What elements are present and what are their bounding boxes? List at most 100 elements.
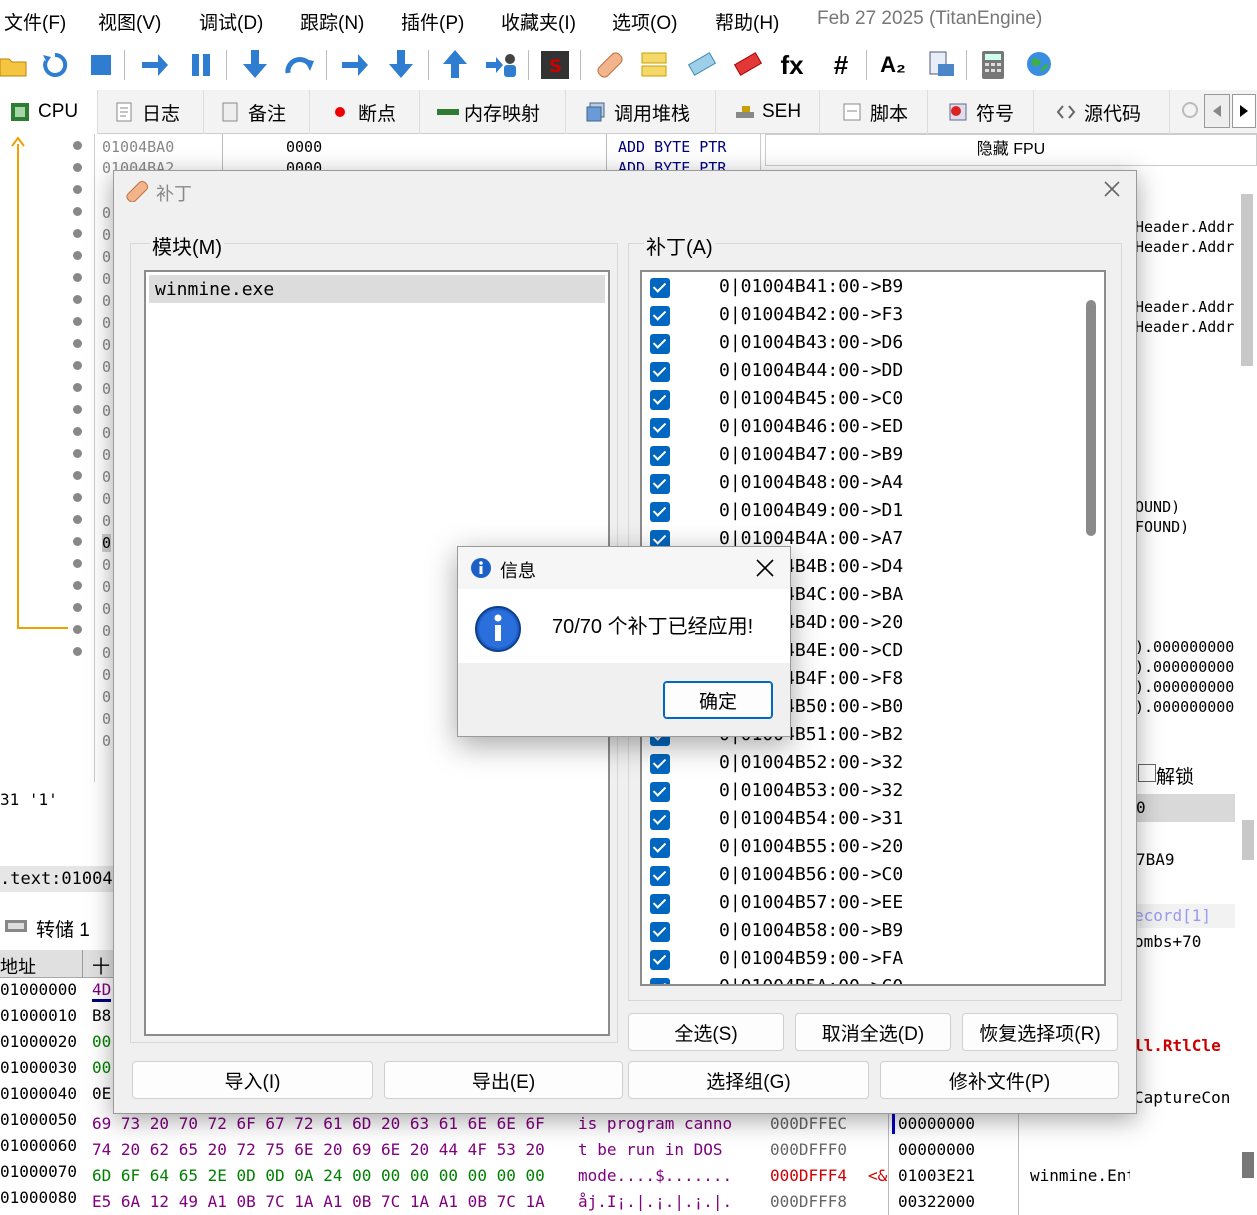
tab-dump-1[interactable]: 转储 1 bbox=[0, 910, 113, 944]
restart-icon[interactable] bbox=[40, 50, 70, 80]
tab-memory-map[interactable]: 内存映射 bbox=[426, 90, 566, 134]
tab-scroll-left-button[interactable] bbox=[1204, 94, 1230, 128]
run-to-user-code-icon[interactable] bbox=[486, 50, 516, 80]
breakpoint-dot[interactable] bbox=[73, 449, 82, 458]
unlock-checkbox[interactable] bbox=[1138, 764, 1156, 782]
patch-row[interactable]: 0|01004B53:00->32 bbox=[642, 778, 1104, 806]
deselect-all-button[interactable]: 取消全选(D) bbox=[795, 1013, 951, 1051]
patch-row[interactable]: 0|01004B48:00->A4 bbox=[642, 470, 1104, 498]
patch-checkbox[interactable] bbox=[650, 446, 670, 466]
breakpoint-dot[interactable] bbox=[73, 383, 82, 392]
tab-script[interactable]: 脚本 bbox=[832, 90, 928, 134]
patch-row[interactable]: 0|01004B59:00->FA bbox=[642, 946, 1104, 974]
breakpoint-dot[interactable] bbox=[73, 163, 82, 172]
patch-checkbox[interactable] bbox=[650, 502, 670, 522]
trace-into-icon[interactable] bbox=[340, 50, 370, 80]
tab-source[interactable]: 源代码 bbox=[1046, 90, 1170, 134]
patch-row[interactable]: 0|01004B52:00->32 bbox=[642, 750, 1104, 778]
open-folder-icon[interactable] bbox=[0, 50, 28, 80]
patch-row[interactable]: 0|01004B5A:00->C0 bbox=[642, 974, 1104, 984]
patch-row[interactable]: 0|01004B46:00->ED bbox=[642, 414, 1104, 442]
patch-row[interactable]: 0|01004B57:00->EE bbox=[642, 890, 1104, 918]
patch-checkbox[interactable] bbox=[650, 894, 670, 914]
pause-icon[interactable] bbox=[186, 50, 216, 80]
patch-row[interactable]: 0|01004B56:00->C0 bbox=[642, 862, 1104, 890]
hide-fpu-button[interactable]: 隐藏 FPU bbox=[765, 134, 1257, 166]
breakpoint-dot[interactable] bbox=[73, 603, 82, 612]
variables-icon[interactable]: # bbox=[826, 50, 856, 80]
search-icon[interactable] bbox=[1178, 98, 1202, 126]
ok-button[interactable]: 确定 bbox=[663, 681, 773, 719]
patch-checkbox[interactable] bbox=[650, 978, 670, 984]
patch-checkbox[interactable] bbox=[650, 362, 670, 382]
menu-plugins[interactable]: 插件(P) bbox=[401, 8, 464, 35]
patch-checkbox[interactable] bbox=[650, 474, 670, 494]
labels-icon[interactable] bbox=[686, 50, 716, 80]
bookmarks-icon[interactable] bbox=[732, 50, 762, 80]
breakpoint-dot[interactable] bbox=[73, 361, 82, 370]
browser-icon[interactable] bbox=[1024, 50, 1054, 80]
breakpoint-dot[interactable] bbox=[73, 581, 82, 590]
scrollbar-thumb[interactable] bbox=[1086, 300, 1096, 536]
comments-icon[interactable] bbox=[640, 50, 670, 80]
functions-icon[interactable]: fx bbox=[777, 50, 807, 80]
breakpoint-dot[interactable] bbox=[73, 405, 82, 414]
menu-help[interactable]: 帮助(H) bbox=[715, 8, 779, 35]
close-icon[interactable] bbox=[1100, 177, 1124, 201]
tab-breakpoints[interactable]: 断点 bbox=[320, 90, 420, 134]
tab-log[interactable]: 日志 bbox=[104, 90, 204, 134]
menu-favourites[interactable]: 收藏夹(I) bbox=[501, 8, 576, 35]
breakpoint-dot[interactable] bbox=[73, 229, 82, 238]
patch-row[interactable]: 0|01004B54:00->31 bbox=[642, 806, 1104, 834]
restore-selection-button[interactable]: 恢复选择项(R) bbox=[962, 1013, 1118, 1051]
patch-list-scrollbar[interactable] bbox=[1078, 272, 1104, 984]
patch-checkbox[interactable] bbox=[650, 922, 670, 942]
breakpoint-dot[interactable] bbox=[73, 471, 82, 480]
scrollbar-thumb[interactable] bbox=[1242, 1152, 1254, 1178]
patch-row[interactable]: 0|01004B47:00->B9 bbox=[642, 442, 1104, 470]
stop-icon[interactable] bbox=[86, 50, 116, 80]
patch-checkbox[interactable] bbox=[650, 866, 670, 886]
breakpoint-dot[interactable] bbox=[73, 207, 82, 216]
tab-seh[interactable]: SEH bbox=[724, 90, 820, 134]
patch-row[interactable]: 0|01004B41:00->B9 bbox=[642, 274, 1104, 302]
menu-debug[interactable]: 调试(D) bbox=[199, 8, 263, 35]
patch-row[interactable]: 0|01004B42:00->F3 bbox=[642, 302, 1104, 330]
patch-checkbox[interactable] bbox=[650, 306, 670, 326]
menu-file[interactable]: 文件(F) bbox=[4, 8, 66, 35]
select-all-button[interactable]: 全选(S) bbox=[628, 1013, 784, 1051]
patch-row[interactable]: 0|01004B43:00->D6 bbox=[642, 330, 1104, 358]
scrollbar-thumb[interactable] bbox=[1242, 820, 1254, 860]
patch-checkbox[interactable] bbox=[650, 334, 670, 354]
breakpoint-dot[interactable] bbox=[73, 141, 82, 150]
patch-file-button[interactable]: 修补文件(P) bbox=[880, 1061, 1119, 1099]
patch-icon[interactable] bbox=[594, 50, 624, 80]
list-item[interactable]: winmine.exe bbox=[149, 275, 605, 303]
menu-trace[interactable]: 跟踪(N) bbox=[300, 8, 364, 35]
breakpoint-dot[interactable] bbox=[73, 317, 82, 326]
breakpoint-dot[interactable] bbox=[73, 515, 82, 524]
select-group-button[interactable]: 选择组(G) bbox=[628, 1061, 869, 1099]
scrollbar-thumb[interactable] bbox=[1241, 194, 1253, 366]
patch-row[interactable]: 0|01004B49:00->D1 bbox=[642, 498, 1104, 526]
tab-cpu[interactable]: CPU bbox=[0, 90, 98, 134]
patch-checkbox[interactable] bbox=[650, 810, 670, 830]
patch-checkbox[interactable] bbox=[650, 278, 670, 298]
execute-till-return-icon[interactable] bbox=[440, 50, 470, 80]
breakpoint-dot[interactable] bbox=[73, 647, 82, 656]
breakpoint-dot[interactable] bbox=[73, 493, 82, 502]
scylla-icon[interactable]: S bbox=[540, 50, 570, 80]
step-into-icon[interactable] bbox=[240, 50, 270, 80]
menu-view[interactable]: 视图(V) bbox=[98, 8, 161, 35]
references-icon[interactable] bbox=[926, 50, 956, 80]
strings-icon[interactable]: A₂ bbox=[878, 50, 908, 80]
patch-row[interactable]: 0|01004B58:00->B9 bbox=[642, 918, 1104, 946]
patch-checkbox[interactable] bbox=[650, 418, 670, 438]
breakpoint-dot[interactable] bbox=[73, 273, 82, 282]
import-button[interactable]: 导入(I) bbox=[132, 1061, 373, 1099]
breakpoint-dot[interactable] bbox=[73, 537, 82, 546]
trace-over-icon[interactable] bbox=[386, 50, 416, 80]
breakpoint-dot[interactable] bbox=[73, 339, 82, 348]
patch-checkbox[interactable] bbox=[650, 950, 670, 970]
run-icon[interactable] bbox=[140, 50, 170, 80]
